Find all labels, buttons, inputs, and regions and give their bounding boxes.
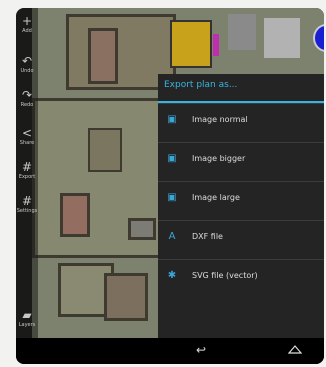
furniture-item xyxy=(213,34,219,56)
menu-item-image-normal[interactable]: ▣ Image normal xyxy=(158,103,324,139)
room xyxy=(88,128,122,172)
menu-item-image-large[interactable]: ▣ Image large xyxy=(158,181,324,217)
grid-icon: # xyxy=(21,160,33,174)
furniture-item xyxy=(313,24,324,52)
settings-icon: # xyxy=(21,194,33,208)
undo-icon: ↶ xyxy=(21,54,33,68)
menu-item-dxf-file[interactable]: A DXF file xyxy=(158,220,324,256)
side-toolbar: + Add ↶ Undo ↷ Redo < Share # Export # S… xyxy=(16,8,38,338)
toolbar-export-button[interactable]: # Export xyxy=(16,160,38,181)
furniture-item xyxy=(264,18,300,58)
image-icon: ▣ xyxy=(167,192,177,203)
room xyxy=(60,193,90,237)
toolbar-add-button[interactable]: + Add xyxy=(16,14,38,35)
svg-icon: ✱ xyxy=(167,270,177,281)
room xyxy=(104,273,148,321)
toolbar-share-button[interactable]: < Share xyxy=(16,126,38,147)
system-nav-bar: ↩ xyxy=(16,338,324,364)
layers-icon: ▰ xyxy=(22,308,32,322)
image-icon: ▣ xyxy=(167,114,177,125)
furniture-item xyxy=(228,14,256,50)
tablet-screen: + Add ↶ Undo ↷ Redo < Share # Export # S… xyxy=(16,8,324,364)
redo-icon: ↷ xyxy=(21,88,33,102)
dxf-icon: A xyxy=(168,231,176,242)
furniture-item xyxy=(170,20,212,68)
share-icon: < xyxy=(21,126,33,140)
image-icon: ▣ xyxy=(167,153,177,164)
toolbar-settings-button[interactable]: # Settings xyxy=(16,194,38,215)
back-icon[interactable]: ↩ xyxy=(196,343,206,357)
room xyxy=(88,28,118,84)
toolbar-redo-button[interactable]: ↷ Redo xyxy=(16,88,38,109)
menu-item-image-bigger[interactable]: ▣ Image bigger xyxy=(158,142,324,178)
export-menu: Export plan as... ▣ Image normal ▣ Image… xyxy=(158,74,324,338)
plus-icon: + xyxy=(21,14,33,28)
toolbar-undo-button[interactable]: ↶ Undo xyxy=(16,54,38,75)
menu-item-svg-file[interactable]: ✱ SVG file (vector) xyxy=(158,259,324,295)
room xyxy=(128,218,156,240)
menu-title: Export plan as... xyxy=(164,80,238,90)
home-icon[interactable] xyxy=(288,344,302,354)
toolbar-layers-button[interactable]: ▰ Layers xyxy=(16,308,38,329)
